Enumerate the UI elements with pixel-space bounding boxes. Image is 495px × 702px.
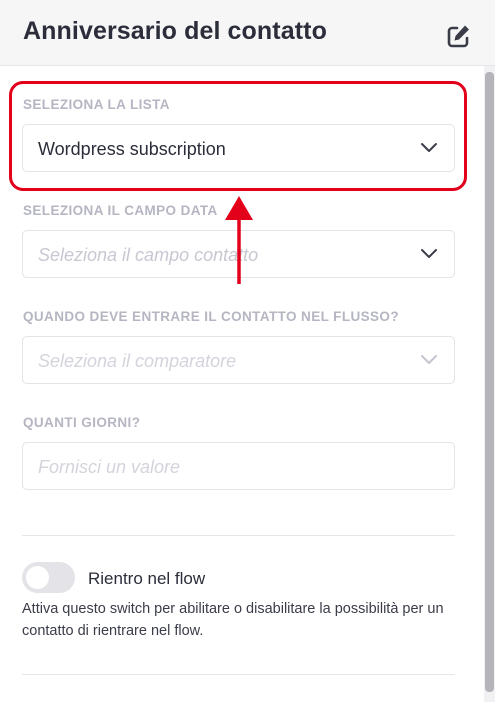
comparator-select-placeholder: Seleziona il comparatore (38, 351, 237, 371)
days-input-placeholder: Fornisci un valore (38, 457, 181, 477)
date-field-select-label: SELEZIONA IL CAMPO DATA (23, 203, 218, 218)
panel-title: Anniversario del contatto (23, 17, 327, 45)
panel-header: Anniversario del contatto (0, 0, 495, 66)
divider (22, 674, 455, 675)
days-input[interactable]: Fornisci un valore (22, 442, 455, 490)
comparator-select[interactable]: Seleziona il comparatore (22, 336, 455, 384)
reentry-toggle[interactable] (22, 562, 75, 593)
chevron-down-icon (421, 249, 437, 258)
chevron-down-icon (421, 355, 437, 364)
edit-icon (447, 25, 469, 48)
edit-button[interactable] (444, 22, 472, 50)
divider (22, 535, 455, 536)
comparator-select-label: QUANDO DEVE ENTRARE IL CONTATTO NEL FLUS… (23, 309, 399, 324)
highlight-annotation (9, 81, 467, 191)
scrollbar-thumb[interactable] (485, 72, 494, 692)
arrow-up-annotation (225, 196, 253, 284)
days-input-label: QUANTI GIORNI? (23, 415, 141, 430)
reentry-toggle-label: Rientro nel flow (88, 569, 206, 588)
toggle-knob (26, 566, 49, 589)
reentry-helper-text: Attiva questo switch per abilitare o dis… (22, 601, 444, 639)
